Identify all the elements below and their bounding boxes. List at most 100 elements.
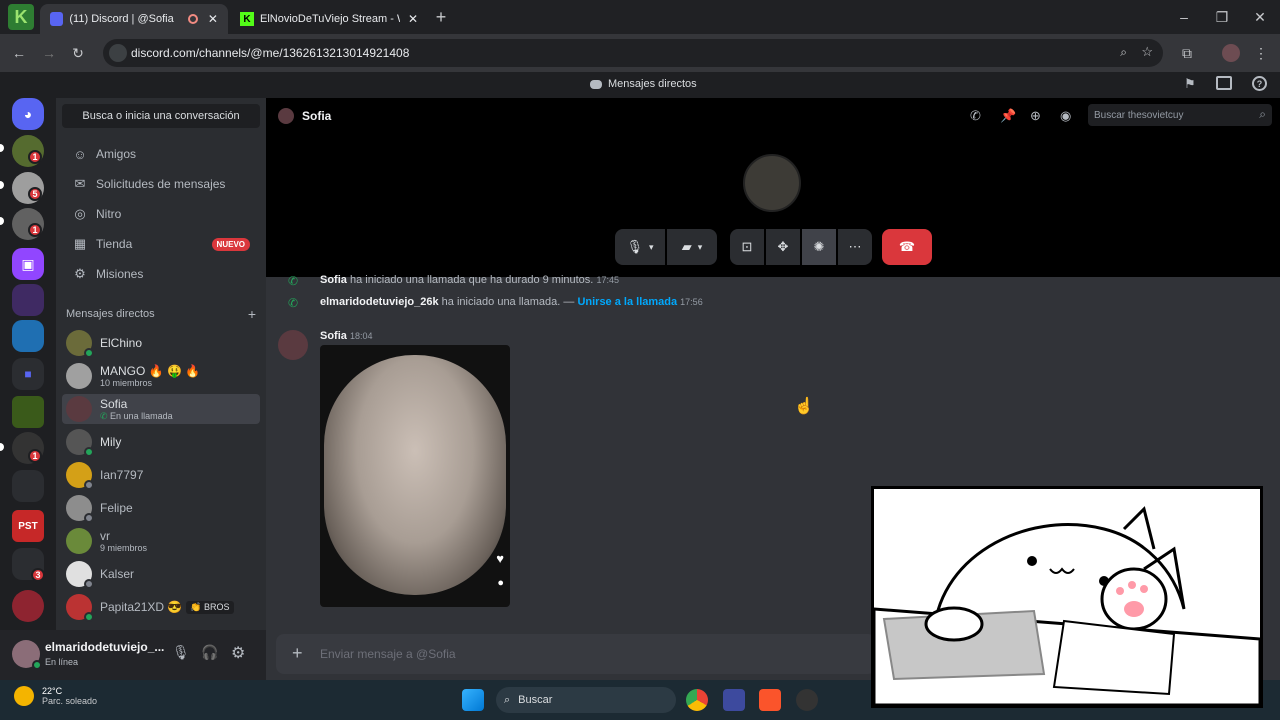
message-author[interactable]: Sofia xyxy=(320,330,347,342)
url-bar[interactable]: discord.com/channels/@me/136261321301492… xyxy=(103,39,1163,67)
join-call-link[interactable]: Unirse a la llamada xyxy=(577,296,677,308)
in-call-icon: ✆ xyxy=(100,410,111,421)
header-search-input[interactable]: Buscar thesovietcuy ⌕ xyxy=(1088,104,1272,126)
camera-toggle-button[interactable]: ▰ ▾ xyxy=(667,229,717,265)
mic-toggle-button[interactable]: 🎙 ▾ xyxy=(615,229,665,265)
dm-item[interactable]: Ian7797 xyxy=(62,460,260,490)
pin-icon[interactable]: 📌 xyxy=(1000,108,1016,124)
dm-item[interactable]: Kalser xyxy=(62,559,260,589)
nav-nitro[interactable]: ◎ Nitro xyxy=(62,200,260,228)
mention-badge: 5 xyxy=(28,187,42,201)
extensions-icon[interactable]: ⧉ xyxy=(1176,42,1198,64)
dm-name: Ian7797 xyxy=(100,468,144,482)
forward-icon[interactable]: → xyxy=(38,42,60,64)
soundboard-button[interactable]: ✺ xyxy=(802,229,836,265)
message-author[interactable]: elmaridodetuviejo_26k xyxy=(320,296,439,308)
phone-call-icon[interactable]: ✆ xyxy=(970,108,981,124)
bookmark-star-icon[interactable]: ☆ xyxy=(1141,44,1153,60)
nav-message-requests[interactable]: ✉ Solicitudes de mensajes xyxy=(62,170,260,198)
soundboard-icon: ✺ xyxy=(813,239,825,254)
dm-name: Kalser xyxy=(100,567,135,581)
back-icon[interactable]: ← xyxy=(8,42,30,64)
message-input[interactable]: + Enviar mensaje a @Sofia xyxy=(276,634,876,674)
dm-name: Sofia xyxy=(100,396,128,411)
minimize-icon[interactable]: – xyxy=(1173,6,1195,28)
mouse-cursor-icon: ☝ xyxy=(794,398,814,415)
message-text: ha iniciado una llamada que ha durado 9 … xyxy=(349,274,594,286)
user-profile-icon[interactable]: ◉ xyxy=(1060,108,1071,124)
user-username[interactable]: elmaridodetuviejo_... xyxy=(45,640,164,654)
site-info-icon[interactable] xyxy=(109,44,127,62)
weather-widget[interactable]: 22°C Parc. soleado xyxy=(14,686,97,706)
server-avatar[interactable]: PST xyxy=(12,510,44,542)
zoom-icon[interactable]: ⌕ xyxy=(1120,45,1127,60)
disconnect-call-button[interactable]: ☎ xyxy=(882,229,932,265)
folder-icon[interactable]: ■ xyxy=(12,358,44,390)
discord-home-icon[interactable]: ◕ xyxy=(12,98,44,130)
nav-shop[interactable]: ▦ Tienda NUEVO xyxy=(62,230,260,258)
message-author[interactable]: Sofia xyxy=(320,274,347,286)
kick-tab-icon: K xyxy=(240,12,254,26)
add-friends-icon[interactable]: ⊕ xyxy=(1030,108,1041,124)
close-tab-icon[interactable]: ✕ xyxy=(408,12,418,26)
more-options-button[interactable]: ⋯ xyxy=(838,229,872,265)
avatar xyxy=(66,330,94,358)
dm-item[interactable]: vr 9 miembros xyxy=(62,526,260,556)
dm-item[interactable]: Mily xyxy=(62,427,260,457)
message-avatar[interactable] xyxy=(278,330,308,360)
dm-item[interactable]: ElChino xyxy=(62,328,260,358)
windows-start-icon[interactable] xyxy=(462,689,484,711)
settings-gear-icon[interactable]: ⚙ xyxy=(231,643,245,663)
inbox-icon[interactable] xyxy=(1216,76,1232,90)
close-window-icon[interactable]: ✕ xyxy=(1249,6,1271,28)
server-avatar[interactable] xyxy=(12,396,44,428)
chrome-icon[interactable] xyxy=(686,689,708,711)
avatar xyxy=(66,594,94,622)
tab-stream[interactable]: K ElNovioDeTuViejo Stream - Wa ✕ xyxy=(230,4,430,34)
status-online-icon xyxy=(84,348,94,358)
activities-button[interactable]: ✥ xyxy=(766,229,800,265)
add-attachment-icon[interactable]: + xyxy=(292,643,303,664)
dm-item[interactable]: Felipe xyxy=(62,493,260,523)
create-dm-icon[interactable]: + xyxy=(248,306,256,322)
call-participant-avatar[interactable] xyxy=(743,154,801,212)
server-list: ◕ 1 5 1 ▣ ■ 1 PST 3 xyxy=(0,98,56,680)
dm-item-selected[interactable]: Sofia ✆ En una llamada xyxy=(62,394,260,424)
nav-friends[interactable]: ☺ Amigos xyxy=(62,140,260,168)
dm-name: Papita21XD 😎 xyxy=(100,600,183,614)
close-tab-icon[interactable]: ✕ xyxy=(208,12,218,26)
tab-discord[interactable]: (11) Discord | @Sofia ✕ xyxy=(40,4,228,34)
server-avatar[interactable] xyxy=(12,590,44,622)
user-avatar[interactable] xyxy=(12,640,42,670)
twitch-server-icon[interactable]: ▣ xyxy=(12,248,44,280)
inbox-flag-icon[interactable]: ⚑ xyxy=(1184,76,1196,92)
server-folder[interactable] xyxy=(12,470,44,502)
dm-icon xyxy=(590,79,602,89)
image-attachment[interactable]: ♥ ● xyxy=(320,345,510,607)
help-icon[interactable]: ? xyxy=(1252,76,1267,91)
maximize-icon[interactable]: ❐ xyxy=(1211,6,1233,28)
taskbar-search[interactable]: ⌕ Buscar xyxy=(496,687,676,713)
dm-item[interactable]: Papita21XD 😎 👏 BROS xyxy=(62,592,260,622)
avatar xyxy=(66,495,94,523)
reload-icon[interactable]: ↻ xyxy=(67,42,89,64)
app-icon[interactable] xyxy=(796,689,818,711)
nitro-icon: ◎ xyxy=(74,206,86,221)
nav-quests[interactable]: ⚙ Misiones xyxy=(62,260,260,288)
taskbar-search-label: Buscar xyxy=(518,694,553,706)
user-panel: elmaridodetuviejo_... En línea 🎙 🎧 ⚙ xyxy=(0,630,266,680)
app-icon[interactable] xyxy=(723,689,745,711)
screen-share-button[interactable]: ⊡ xyxy=(730,229,764,265)
menu-dots-icon[interactable]: ⋮ xyxy=(1250,42,1272,64)
server-avatar[interactable] xyxy=(12,284,44,316)
profile-avatar-icon[interactable] xyxy=(1220,42,1242,64)
comment-icon[interactable]: ● xyxy=(497,577,504,589)
find-conversation-button[interactable]: Busca o inicia una conversación xyxy=(62,104,260,128)
microphone-icon[interactable]: 🎙 xyxy=(172,644,190,661)
new-tab-icon[interactable]: + xyxy=(430,6,452,28)
heart-icon[interactable]: ♥ xyxy=(496,551,504,566)
brave-icon[interactable] xyxy=(759,689,781,711)
server-avatar[interactable] xyxy=(12,320,44,352)
headphones-icon[interactable]: 🎧 xyxy=(201,644,218,661)
dm-item[interactable]: MANGO 🔥 🤑 🔥 10 miembros xyxy=(62,361,260,391)
